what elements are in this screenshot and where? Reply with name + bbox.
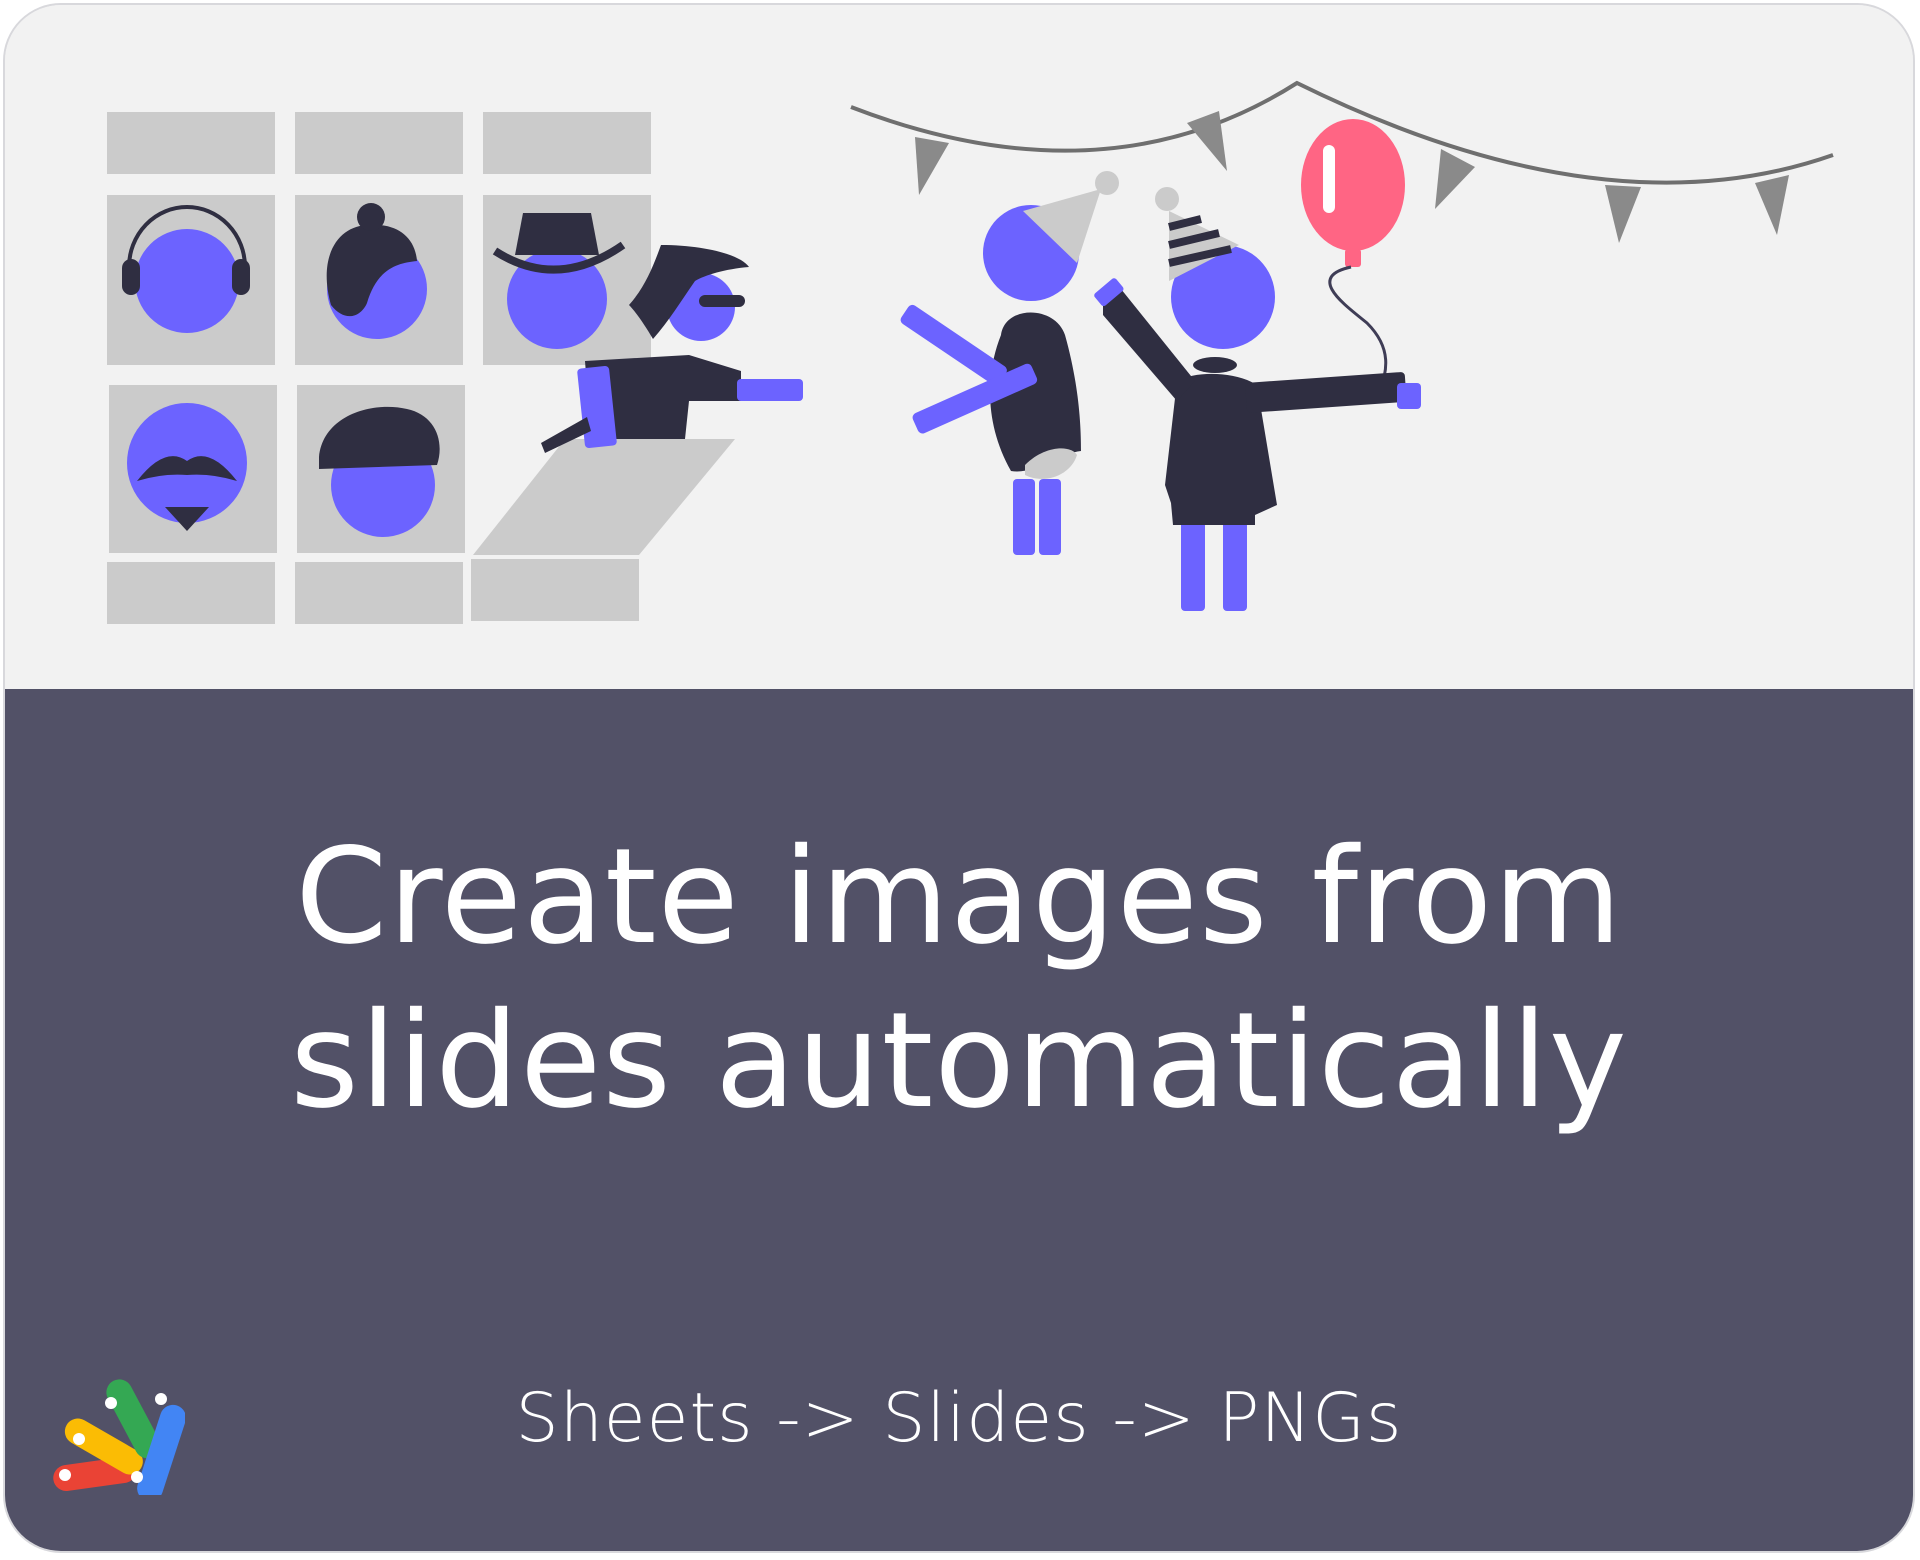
- card-subtitle: Sheets -> Slides -> PNGs: [515, 1379, 1403, 1458]
- party-person-right-icon: [1094, 187, 1421, 611]
- title-line-2: slides automatically: [290, 984, 1628, 1138]
- title-line-1: Create images from: [295, 820, 1623, 974]
- card: Create images from slides automatically …: [3, 3, 1915, 1553]
- party-person-left-icon: [900, 171, 1119, 555]
- google-apps-script-logo-icon: [53, 1379, 185, 1495]
- card-title: Create images from slides automatically: [5, 815, 1913, 1143]
- hero-illustration: [5, 5, 1913, 689]
- balloon-icon: [1301, 119, 1405, 396]
- title-panel: Create images from slides automatically …: [5, 689, 1913, 1551]
- party-illustration-icon: [107, 80, 1834, 624]
